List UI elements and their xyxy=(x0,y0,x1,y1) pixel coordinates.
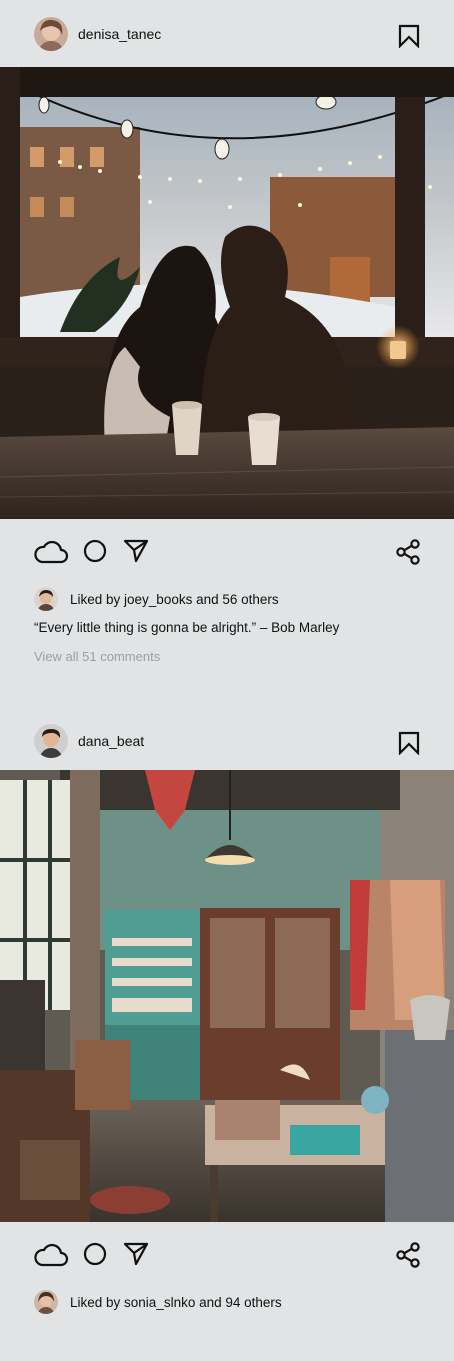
bookmark-icon[interactable] xyxy=(398,24,420,48)
likes-text[interactable]: Liked by sonia_slnko and 94 others xyxy=(70,1295,282,1310)
username[interactable]: denisa_tanec xyxy=(78,26,161,42)
bookmark-icon[interactable] xyxy=(398,731,420,755)
avatar[interactable] xyxy=(34,16,68,51)
post-actions xyxy=(0,519,454,585)
avatar[interactable] xyxy=(34,587,58,611)
avatar[interactable] xyxy=(34,723,68,758)
share-icon[interactable] xyxy=(396,1242,420,1268)
likes-text[interactable]: Liked by joey_books and 56 others xyxy=(70,592,279,607)
share-icon[interactable] xyxy=(396,539,420,565)
likes-row: Liked by sonia_slnko and 94 others xyxy=(0,1288,454,1316)
cloud-icon[interactable] xyxy=(33,1242,69,1268)
post-1: denisa_tanec Liked by joey_books and 56 … xyxy=(0,0,454,667)
circle-icon[interactable] xyxy=(83,539,107,563)
send-icon[interactable] xyxy=(123,1242,149,1266)
username[interactable]: dana_beat xyxy=(78,733,144,749)
view-comments-link[interactable]: View all 51 comments xyxy=(0,647,454,667)
post-header: denisa_tanec xyxy=(0,0,454,67)
post-caption: “Every little thing is gonna be alright.… xyxy=(34,620,340,635)
avatar[interactable] xyxy=(34,1290,58,1314)
post-header: dana_beat xyxy=(0,707,454,774)
post-image[interactable] xyxy=(0,770,454,1222)
post-2: dana_beat Liked by sonia_slnko and 94 ot… xyxy=(0,707,454,1316)
cloud-icon[interactable] xyxy=(33,539,69,565)
likes-row: Liked by joey_books and 56 others xyxy=(0,585,454,613)
send-icon[interactable] xyxy=(123,539,149,563)
circle-icon[interactable] xyxy=(83,1242,107,1266)
post-image[interactable] xyxy=(0,67,454,519)
post-actions xyxy=(0,1222,454,1288)
